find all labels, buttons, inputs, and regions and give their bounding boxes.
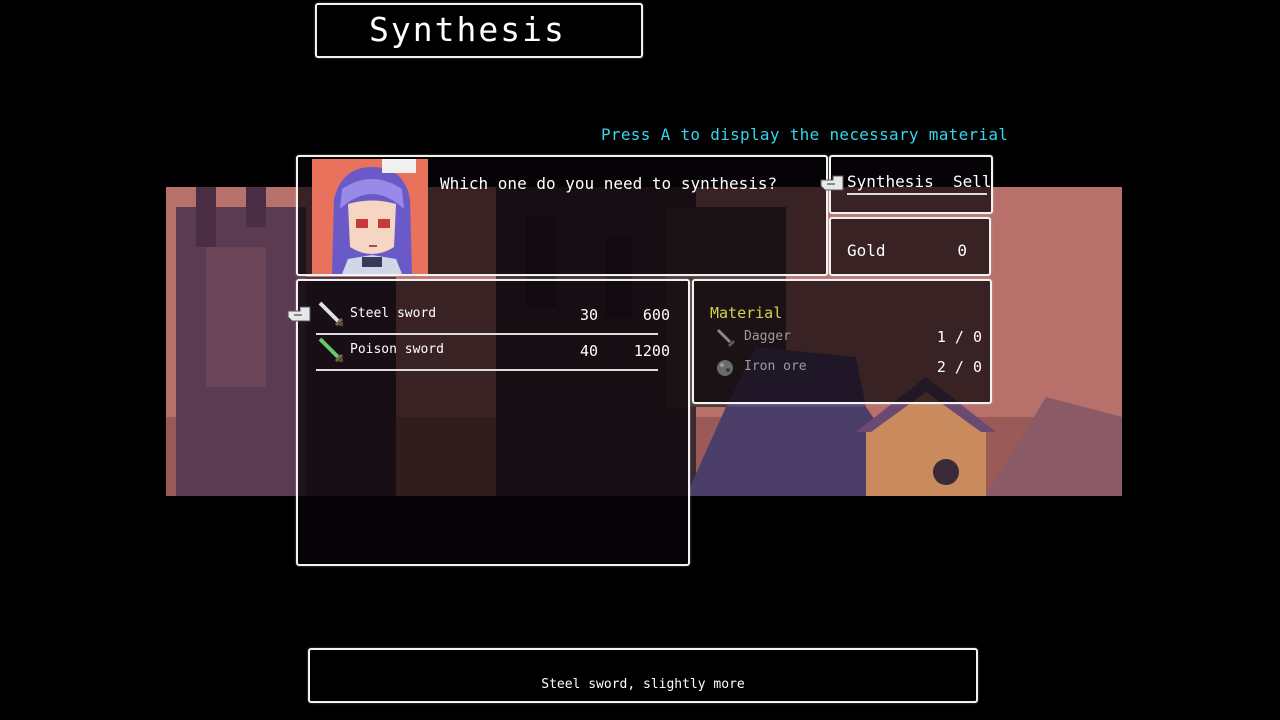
character-portrait	[312, 159, 428, 274]
description-box: Steel sword, slightly more	[308, 648, 978, 703]
material-row-dagger: Dagger 1 / 0	[714, 326, 982, 350]
sell-command[interactable]: Sell	[953, 172, 992, 191]
steel-sword-icon	[316, 299, 346, 333]
item-required: 30	[579, 306, 598, 324]
item-row-poison-sword[interactable]: Poison sword 40 1200	[316, 333, 670, 371]
item-price: 1200	[633, 342, 670, 360]
item-description: Steel sword, slightly more	[541, 677, 745, 692]
material-panel: Material Dagger 1 / 0 Iron ore 2 / 0	[692, 279, 992, 404]
material-count: 2 / 0	[936, 358, 982, 376]
pointer-hand-icon	[286, 303, 312, 329]
item-row-steel-sword[interactable]: Steel sword 30 600	[316, 297, 670, 335]
material-title: Material	[710, 304, 783, 322]
dagger-icon	[714, 326, 738, 354]
material-count: 1 / 0	[936, 328, 982, 346]
item-name: Poison sword	[350, 342, 444, 357]
material-name: Dagger	[744, 329, 791, 344]
pointer-hand-icon	[819, 172, 845, 198]
command-menu: Synthesis Sell	[820, 155, 993, 214]
command-divider	[847, 193, 987, 195]
material-row-iron-ore: Iron ore 2 / 0	[714, 356, 982, 380]
hint-text: Press A to display the necessary materia…	[601, 125, 1009, 144]
gold-panel: Gold 0	[829, 217, 991, 276]
item-required: 40	[579, 342, 598, 360]
dialog-question: Which one do you need to synthesis?	[440, 174, 778, 193]
screen-title-box: Synthesis	[315, 3, 643, 58]
gold-value: 0	[957, 241, 967, 260]
item-name: Steel sword	[350, 306, 437, 321]
poison-sword-icon	[316, 335, 346, 369]
dialog-box: Which one do you need to synthesis?	[296, 155, 828, 276]
synthesis-command[interactable]: Synthesis	[847, 172, 934, 191]
item-list-panel: Steel sword 30 600 Poison sword 40 1200	[287, 279, 690, 566]
material-name: Iron ore	[744, 359, 807, 374]
item-price: 600	[642, 306, 670, 324]
iron-ore-icon	[714, 356, 738, 384]
gold-label: Gold	[847, 241, 886, 260]
screen-title: Synthesis	[369, 10, 566, 49]
